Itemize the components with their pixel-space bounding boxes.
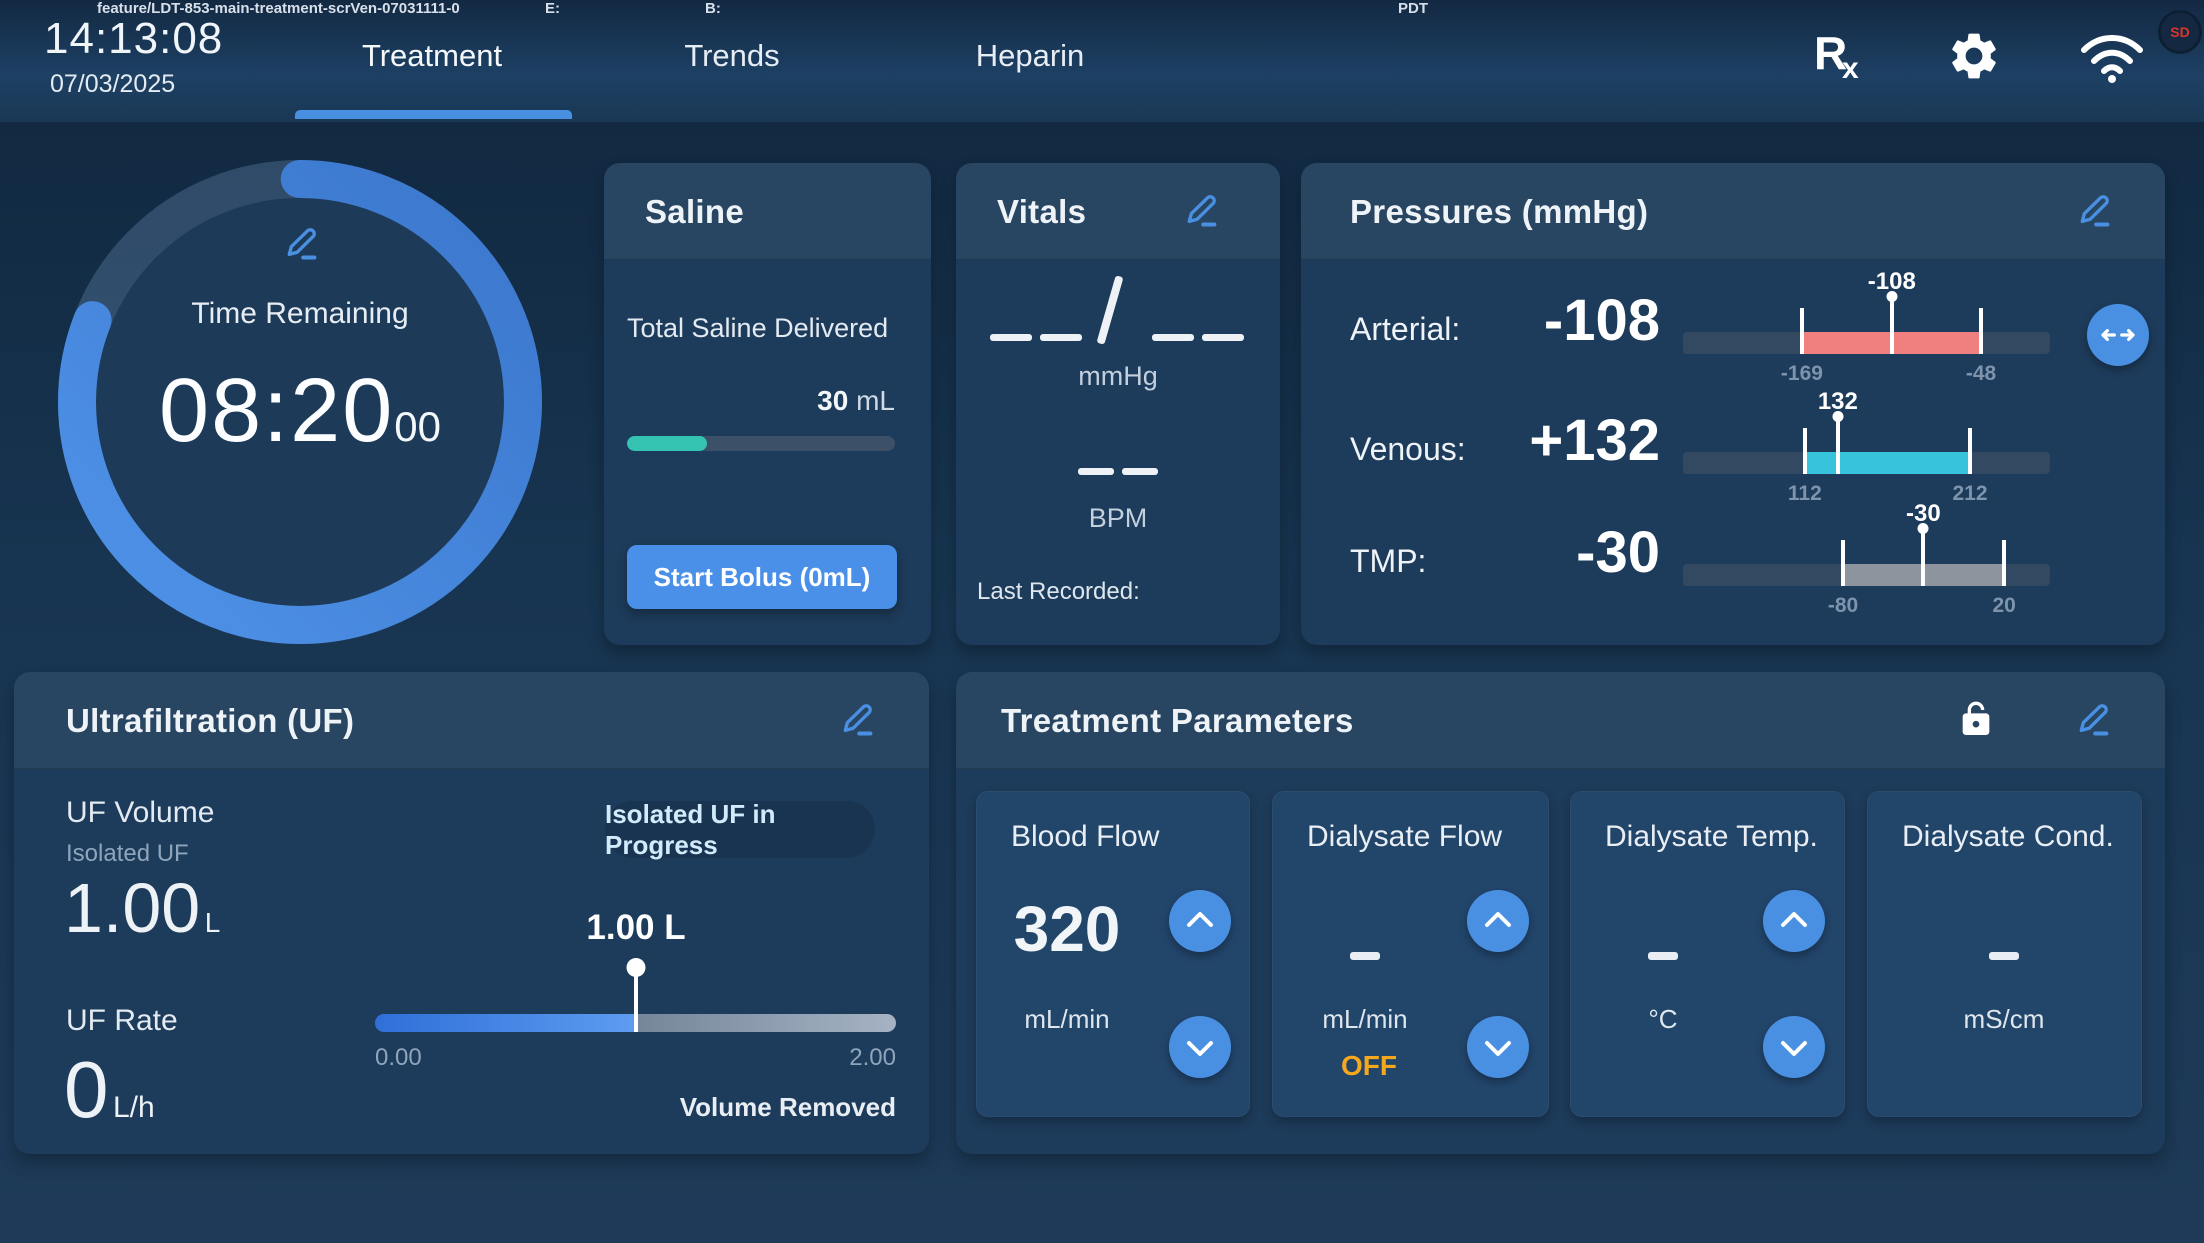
- venous-value: +132: [1480, 407, 1660, 474]
- hr-unit: BPM: [1089, 503, 1148, 534]
- tab-trends[interactable]: Trends: [684, 38, 779, 74]
- left-right-arrows-icon: [2098, 315, 2138, 355]
- uf-slider-caption: Volume Removed: [680, 1092, 896, 1123]
- saline-title: Saline: [645, 193, 744, 231]
- treatment-parameters-card: Treatment Parameters Blood Flow 320 mL/m…: [956, 672, 2165, 1154]
- vitals-card: Vitals mmHg BPM Last Recorded:: [956, 163, 1280, 645]
- active-tab-indicator: [295, 110, 572, 119]
- uf-rate-value: 0 L/h: [64, 1044, 155, 1136]
- dialysate-flow-decrease-button[interactable]: [1467, 1016, 1529, 1078]
- dialysate-temp-param: Dialysate Temp. °C: [1570, 791, 1845, 1117]
- blood-flow-value: 320: [1014, 892, 1121, 966]
- uf-slider-value-label: 1.00 L: [586, 908, 685, 948]
- dialysate-flow-param: Dialysate Flow mL/min OFF: [1272, 791, 1549, 1117]
- tmp-value: -30: [1480, 519, 1660, 586]
- start-bolus-button[interactable]: Start Bolus (0mL): [627, 545, 897, 609]
- venous-label: Venous:: [1350, 431, 1466, 468]
- dialysate-flow-label: Dialysate Flow: [1307, 820, 1502, 854]
- saline-delivered-label: Total Saline Delivered: [627, 313, 888, 344]
- dialysate-temp-label: Dialysate Temp.: [1605, 820, 1818, 854]
- blood-flow-param: Blood Flow 320 mL/min: [976, 791, 1250, 1117]
- bp-unit: mmHg: [1078, 361, 1158, 392]
- uf-volume-value: 1.00 L: [64, 868, 220, 948]
- uf-volume-label: UF Volume: [66, 796, 214, 830]
- tmp-marker: [1921, 530, 1925, 586]
- sd-card-badge: SD: [2158, 10, 2202, 54]
- dialysate-flow-increase-button[interactable]: [1467, 890, 1529, 952]
- uf-card: Ultrafiltration (UF) UF Volume Isolated …: [14, 672, 929, 1154]
- dialysate-temp-value: [1648, 952, 1678, 960]
- time-remaining-label: Time Remaining: [191, 297, 408, 331]
- uf-slider: [375, 1014, 896, 1032]
- arterial-label: Arterial:: [1350, 311, 1460, 348]
- dialysate-flow-value: [1350, 952, 1380, 960]
- tab-treatment[interactable]: Treatment: [362, 38, 502, 74]
- tmp-gauge: -30 -80 20: [1683, 502, 2050, 612]
- treatment-parameters-title: Treatment Parameters: [1001, 702, 1354, 740]
- debug-e-label: E:: [545, 0, 560, 17]
- dialysate-temp-unit: °C: [1648, 1004, 1677, 1035]
- bp-slash: [1097, 275, 1124, 344]
- blood-flow-unit: mL/min: [1024, 1004, 1109, 1035]
- edit-time-icon[interactable]: [282, 224, 320, 262]
- dialysate-cond-unit: mS/cm: [1964, 1004, 2045, 1035]
- vitals-title: Vitals: [997, 193, 1086, 231]
- prescription-rx-icon[interactable]: R x: [1814, 26, 1874, 86]
- pressures-card: Pressures (mmHg) Arterial: -108 -108 -16…: [1301, 163, 2165, 645]
- dialysate-flow-status: OFF: [1341, 1050, 1397, 1082]
- edit-treatment-parameters-icon[interactable]: [2074, 700, 2112, 738]
- arterial-marker: [1890, 298, 1894, 354]
- saline-progress-fill: [627, 436, 707, 451]
- uf-slider-fill: [375, 1014, 636, 1032]
- dialysate-temp-increase-button[interactable]: [1763, 890, 1825, 952]
- venous-gauge: 132 112 212: [1683, 390, 2050, 500]
- edit-uf-icon[interactable]: [838, 700, 876, 738]
- clock-date: 07/03/2025: [50, 70, 175, 99]
- last-recorded-label: Last Recorded:: [977, 578, 1140, 606]
- settings-gear-icon[interactable]: [1946, 28, 2002, 84]
- venous-marker: [1836, 418, 1840, 474]
- pressures-title: Pressures (mmHg): [1350, 193, 1648, 231]
- uf-volume-sublabel: Isolated UF: [66, 840, 189, 868]
- edit-vitals-icon[interactable]: [1182, 191, 1220, 229]
- saline-progress-track: [627, 436, 895, 451]
- uf-slider-min: 0.00: [375, 1044, 422, 1072]
- unlock-icon[interactable]: [1956, 698, 1996, 742]
- dialysate-cond-value: [1989, 952, 2019, 960]
- venous-gauge-fill: [1805, 452, 1970, 474]
- blood-flow-decrease-button[interactable]: [1169, 1016, 1231, 1078]
- chevron-down-icon: [1773, 1031, 1815, 1063]
- debug-b-label: B:: [705, 0, 721, 17]
- arterial-value: -108: [1480, 287, 1660, 354]
- blood-flow-label: Blood Flow: [1011, 820, 1159, 854]
- chevron-down-icon: [1477, 1031, 1519, 1063]
- pressure-scale-shift-button[interactable]: [2087, 304, 2149, 366]
- isolated-uf-status-badge: Isolated UF in Progress: [605, 801, 875, 858]
- time-remaining-value: 08:2000: [159, 360, 441, 463]
- dialysate-flow-unit: mL/min: [1322, 1004, 1407, 1035]
- chevron-down-icon: [1179, 1031, 1221, 1063]
- uf-slider-max: 2.00: [849, 1044, 896, 1072]
- blood-flow-increase-button[interactable]: [1169, 890, 1231, 952]
- arterial-gauge: -108 -169 -48: [1683, 270, 2050, 380]
- saline-delivered-value: 30 mL: [817, 385, 895, 417]
- wifi-icon[interactable]: [2078, 30, 2146, 84]
- uf-title: Ultrafiltration (UF): [66, 702, 354, 740]
- chevron-up-icon: [1179, 905, 1221, 937]
- chevron-up-icon: [1477, 905, 1519, 937]
- edit-pressures-icon[interactable]: [2075, 191, 2113, 229]
- saline-card: Saline Total Saline Delivered 30 mL Star…: [604, 163, 931, 645]
- treatment-screen: feature/LDT-853-main-treatment-scrVen-07…: [0, 0, 2204, 1243]
- dialysate-cond-param: Dialysate Cond. mS/cm: [1867, 791, 2142, 1117]
- tab-heparin[interactable]: Heparin: [976, 38, 1085, 74]
- uf-rate-label: UF Rate: [66, 1004, 178, 1038]
- dialysate-cond-label: Dialysate Cond.: [1902, 820, 2114, 854]
- timezone-label: PDT: [1398, 0, 1428, 17]
- chevron-up-icon: [1773, 905, 1815, 937]
- clock-time: 14:13:08: [44, 14, 223, 64]
- uf-slider-thumb[interactable]: [626, 958, 645, 977]
- tmp-label: TMP:: [1350, 543, 1426, 580]
- dialysate-temp-decrease-button[interactable]: [1763, 1016, 1825, 1078]
